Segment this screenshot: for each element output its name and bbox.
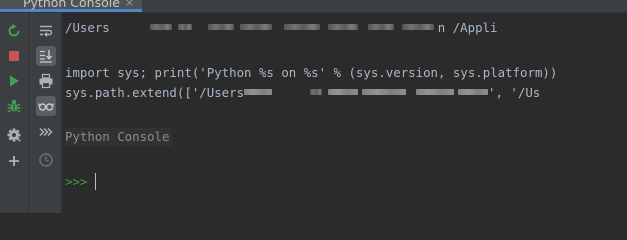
debug-icon — [7, 99, 21, 113]
rerun-icon — [8, 23, 20, 37]
execute-history-button[interactable] — [36, 122, 56, 142]
console-banner: Python Console — [65, 128, 173, 146]
redacted-text — [310, 89, 323, 95]
tab-python-console[interactable]: Python Console × — [0, 0, 142, 12]
redacted-text — [207, 24, 234, 30]
soft-wrap-button[interactable] — [36, 21, 56, 41]
debug-button[interactable] — [4, 96, 24, 116]
redacted-text — [239, 24, 272, 30]
redacted-text — [149, 24, 172, 30]
redacted-text — [177, 24, 192, 30]
redacted-text — [367, 24, 394, 30]
scroll-to-end-icon — [40, 50, 53, 63]
console-line-sys-path: sys.path.extend(['/Users ', '/Us — [65, 84, 540, 102]
add-button[interactable] — [4, 151, 24, 171]
console-prompt: >>> — [65, 174, 88, 189]
stop-icon — [9, 51, 19, 61]
console-right-toolbar — [29, 13, 62, 213]
redacted-text — [362, 89, 407, 95]
redacted-text — [328, 89, 359, 95]
settings-button[interactable] — [4, 125, 24, 145]
show-variables-button[interactable] — [36, 96, 56, 116]
stop-button[interactable] — [4, 46, 24, 66]
history-button[interactable] — [36, 150, 56, 170]
redacted-text — [327, 24, 358, 30]
close-icon[interactable]: × — [125, 0, 134, 12]
redacted-text — [416, 89, 455, 95]
tab-title: Python Console — [23, 0, 120, 10]
gear-icon — [7, 128, 21, 142]
glasses-icon — [38, 103, 54, 111]
rerun-button[interactable] — [4, 21, 24, 41]
print-icon — [39, 73, 53, 89]
print-button[interactable] — [36, 71, 56, 91]
run-button[interactable] — [4, 71, 24, 91]
redacted-text — [401, 24, 434, 30]
console-output[interactable]: /Users n /Appli import sys; print('Python… — [62, 13, 627, 213]
add-icon — [9, 156, 19, 166]
redacted-text — [283, 24, 320, 30]
clock-icon — [39, 153, 53, 167]
console-input-line[interactable]: >>> — [65, 173, 97, 191]
redacted-text — [458, 89, 489, 95]
redacted-text — [244, 89, 273, 95]
console-text: n /Appli — [437, 20, 498, 35]
text-cursor — [95, 173, 97, 190]
execute-chevrons-icon — [39, 127, 53, 137]
console-line-path: /Users n /Appli — [65, 19, 497, 37]
run-icon — [10, 75, 19, 87]
console-text: ', '/Us — [488, 85, 541, 100]
console-left-toolbar — [0, 13, 29, 213]
scroll-to-end-button[interactable] — [36, 46, 56, 66]
tool-window-tab-bar: Python Console × — [0, 0, 627, 13]
console-text: /Users — [65, 20, 110, 35]
soft-wrap-icon — [40, 25, 53, 37]
console-line-import: import sys; print('Python %s on %s' % (s… — [65, 65, 558, 80]
console-text: sys.path.extend(['/Users — [65, 85, 245, 100]
